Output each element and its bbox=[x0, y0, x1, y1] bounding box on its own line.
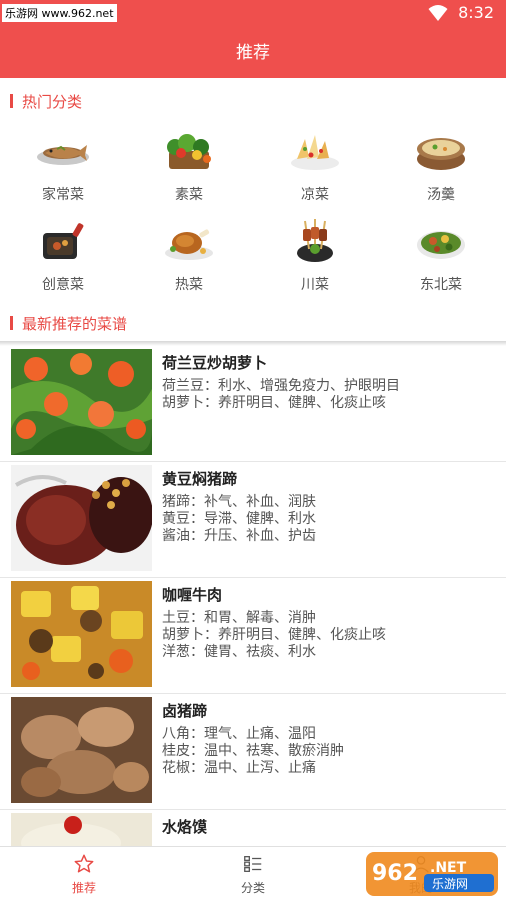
stir-fry-bowl-icon bbox=[413, 218, 469, 264]
site-logo-watermark: 962 .NET 乐游网 bbox=[366, 852, 498, 896]
vegetable-basket-icon bbox=[161, 128, 217, 174]
hot-categories-header: 热门分类 bbox=[0, 86, 506, 116]
section-marker bbox=[10, 94, 13, 108]
ingredient-line: 胡萝卜：养肝明目、健脾、化痰止咳 bbox=[162, 395, 386, 411]
recipe-item[interactable]: 咖喱牛肉 土豆：和胃、解毒、消肿 胡萝卜：养肝明目、健脾、化痰止咳 洋葱：健胃、… bbox=[0, 578, 506, 694]
latest-recipes-header: 最新推荐的菜谱 bbox=[0, 308, 506, 338]
recipe-photo bbox=[11, 697, 152, 803]
recipe-ingredients: 荷兰豆：利水、增强免疫力、护眼明目 胡萝卜：养肝明目、健脾、化痰止咳 bbox=[162, 378, 400, 412]
tab-label: 推荐 bbox=[71, 880, 96, 895]
category-soup[interactable]: 汤羹 bbox=[378, 128, 504, 214]
category-label: 热菜 bbox=[175, 277, 203, 293]
svg-text:.NET: .NET bbox=[430, 860, 467, 876]
category-hot-dish[interactable]: 热菜 bbox=[126, 218, 252, 304]
cold-salad-icon bbox=[287, 128, 343, 174]
page-title: 推荐 bbox=[236, 43, 270, 63]
recipe-photo bbox=[11, 349, 152, 455]
recipe-ingredients: 猪蹄：补气、补血、润肤 黄豆：导滞、健脾、利水 酱油：升压、补血、护齿 bbox=[162, 494, 316, 545]
recipe-title: 水烙馍 bbox=[162, 818, 208, 836]
ingredient-line: 土豆：和胃、解毒、消肿 bbox=[162, 610, 316, 626]
category-label: 家常菜 bbox=[42, 187, 84, 203]
roast-chicken-icon bbox=[161, 218, 217, 264]
recipe-title: 黄豆焖猪蹄 bbox=[162, 470, 238, 488]
recipe-title: 卤猪蹄 bbox=[162, 702, 208, 720]
section-marker bbox=[10, 316, 13, 330]
svg-text:962: 962 bbox=[372, 861, 418, 886]
recipe-photo bbox=[11, 581, 152, 687]
status-time: 8:32 bbox=[458, 3, 494, 22]
ingredient-line: 八角：理气、止痛、温阳 bbox=[162, 726, 316, 742]
soup-pot-icon bbox=[413, 128, 469, 174]
category-label: 汤羹 bbox=[427, 187, 455, 203]
recipe-title: 荷兰豆炒胡萝卜 bbox=[162, 354, 268, 372]
recipe-item[interactable]: 卤猪蹄 八角：理气、止痛、温阳 桂皮：温中、祛寒、散瘀消肿 花椒：温中、止泻、止… bbox=[0, 694, 506, 810]
ingredient-line: 桂皮：温中、祛寒、散瘀消肿 bbox=[162, 743, 344, 759]
category-sichuan[interactable]: 川菜 bbox=[252, 218, 378, 304]
category-vegetarian[interactable]: 素菜 bbox=[126, 128, 252, 214]
ingredient-line: 花椒：温中、止泻、止痛 bbox=[162, 760, 316, 776]
recipe-ingredients: 土豆：和胃、解毒、消肿 胡萝卜：养肝明目、健脾、化痰止咳 洋葱：健胃、祛痰、利水 bbox=[162, 610, 386, 661]
tab-recommend[interactable]: 推荐 bbox=[21, 847, 147, 900]
ingredient-line: 黄豆：导滞、健脾、利水 bbox=[162, 511, 316, 527]
sizzling-pan-icon bbox=[35, 218, 91, 264]
recipe-photo bbox=[11, 465, 152, 571]
recipe-title: 咖喱牛肉 bbox=[162, 586, 223, 604]
fish-dish-icon bbox=[35, 128, 91, 174]
category-label: 创意菜 bbox=[42, 277, 84, 293]
ingredient-line: 猪蹄：补气、补血、润肤 bbox=[162, 494, 316, 510]
recipe-item[interactable]: 水烙馍 bbox=[0, 810, 506, 846]
category-creative[interactable]: 创意菜 bbox=[0, 218, 126, 304]
category-label: 川菜 bbox=[301, 277, 329, 293]
recipe-item[interactable]: 荷兰豆炒胡萝卜 荷兰豆：利水、增强免疫力、护眼明目 胡萝卜：养肝明目、健脾、化痰… bbox=[0, 346, 506, 462]
ingredient-line: 洋葱：健胃、祛痰、利水 bbox=[162, 644, 316, 660]
star-icon bbox=[74, 854, 94, 873]
list-icon bbox=[244, 855, 262, 872]
tab-categories[interactable]: 分类 bbox=[190, 847, 316, 900]
section-title: 最新推荐的菜谱 bbox=[22, 314, 128, 333]
category-label: 东北菜 bbox=[420, 277, 462, 293]
recipe-ingredients: 八角：理气、止痛、温阳 桂皮：温中、祛寒、散瘀消肿 花椒：温中、止泻、止痛 bbox=[162, 726, 344, 777]
section-title: 热门分类 bbox=[22, 92, 83, 111]
ingredient-line: 荷兰豆：利水、增强免疫力、护眼明目 bbox=[162, 378, 400, 394]
category-cold-dish[interactable]: 凉菜 bbox=[252, 128, 378, 214]
site-watermark: 乐游网 www.962.net bbox=[2, 4, 117, 22]
recipe-list: 荷兰豆炒胡萝卜 荷兰豆：利水、增强免疫力、护眼明目 胡萝卜：养肝明目、健脾、化痰… bbox=[0, 346, 506, 846]
recipe-photo bbox=[11, 813, 152, 846]
status-bar: 乐游网 www.962.net 8:32 bbox=[0, 0, 506, 26]
category-label: 凉菜 bbox=[301, 187, 329, 203]
category-northeast[interactable]: 东北菜 bbox=[378, 218, 504, 304]
recipe-item[interactable]: 黄豆焖猪蹄 猪蹄：补气、补血、润肤 黄豆：导滞、健脾、利水 酱油：升压、补血、护… bbox=[0, 462, 506, 578]
tab-label: 分类 bbox=[240, 880, 265, 895]
category-grid: 家常菜 素菜 凉菜 汤羹 创意菜 热菜 川菜 东北菜 bbox=[0, 122, 506, 302]
svg-text:乐游网: 乐游网 bbox=[432, 877, 468, 891]
ingredient-line: 胡萝卜：养肝明目、健脾、化痰止咳 bbox=[162, 627, 386, 643]
wifi-icon bbox=[428, 4, 448, 21]
ingredient-line: 酱油：升压、补血、护齿 bbox=[162, 528, 316, 544]
category-home-style[interactable]: 家常菜 bbox=[0, 128, 126, 214]
app-header: 乐游网 www.962.net 8:32 推荐 bbox=[0, 0, 506, 78]
category-label: 素菜 bbox=[175, 187, 203, 203]
skewer-icon bbox=[287, 218, 343, 264]
